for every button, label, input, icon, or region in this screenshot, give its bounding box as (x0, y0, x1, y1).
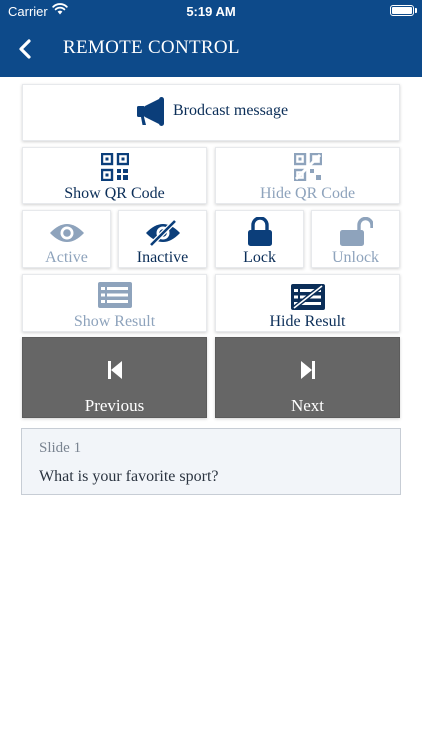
unlock-button[interactable]: Unlock (311, 210, 400, 268)
hide-result-button[interactable]: Hide Result (215, 274, 400, 332)
eye-icon (49, 224, 84, 242)
hide-qr-code-label: Hide QR Code (259, 185, 356, 202)
broadcast-message-button[interactable]: Brodcast message (22, 84, 400, 141)
hide-result-label: Hide Result (269, 313, 346, 330)
active-button[interactable]: Active (22, 210, 111, 268)
previous-button[interactable]: Previous (22, 337, 207, 418)
skip-next-icon (300, 361, 315, 379)
page-title: REMOTE CONTROL (63, 37, 240, 58)
battery-icon (390, 5, 414, 16)
slide-number: Slide 1 (39, 440, 82, 456)
show-qr-code-label: Show QR Code (64, 185, 165, 202)
show-result-button[interactable]: Show Result (22, 274, 207, 332)
slide-question: What is your favorite sport? (39, 468, 219, 485)
next-button[interactable]: Next (215, 337, 400, 418)
lock-icon (247, 217, 272, 246)
megaphone-icon (137, 97, 164, 126)
clock: 5:19 AM (186, 4, 236, 19)
hide-results-icon (290, 284, 325, 310)
lock-label: Lock (243, 249, 276, 266)
next-label: Next (290, 396, 325, 415)
hide-qr-code-button[interactable]: Hide QR Code (215, 147, 400, 204)
results-list-icon (97, 282, 132, 308)
skip-previous-icon (107, 361, 122, 379)
show-qr-code-button[interactable]: Show QR Code (22, 147, 207, 204)
navigation-bar: REMOTE CONTROL (0, 22, 422, 77)
qr-code-icon (100, 153, 129, 181)
show-result-label: Show Result (73, 313, 156, 330)
inactive-label: Inactive (136, 249, 189, 266)
slide-info-card: Slide 1 What is your favorite sport? (21, 428, 401, 495)
eye-slash-icon (145, 219, 180, 247)
status-bar: Carrier 5:19 AM (0, 0, 422, 22)
hide-qr-code-icon (293, 153, 322, 181)
broadcast-label: Brodcast message (173, 102, 289, 119)
battery-tip (415, 8, 417, 13)
active-label: Active (45, 249, 88, 266)
inactive-button[interactable]: Inactive (118, 210, 207, 268)
lock-button[interactable]: Lock (215, 210, 304, 268)
back-chevron-icon[interactable] (16, 39, 34, 59)
unlock-label: Unlock (331, 249, 380, 266)
unlock-icon (339, 217, 373, 246)
previous-label: Previous (84, 396, 145, 415)
